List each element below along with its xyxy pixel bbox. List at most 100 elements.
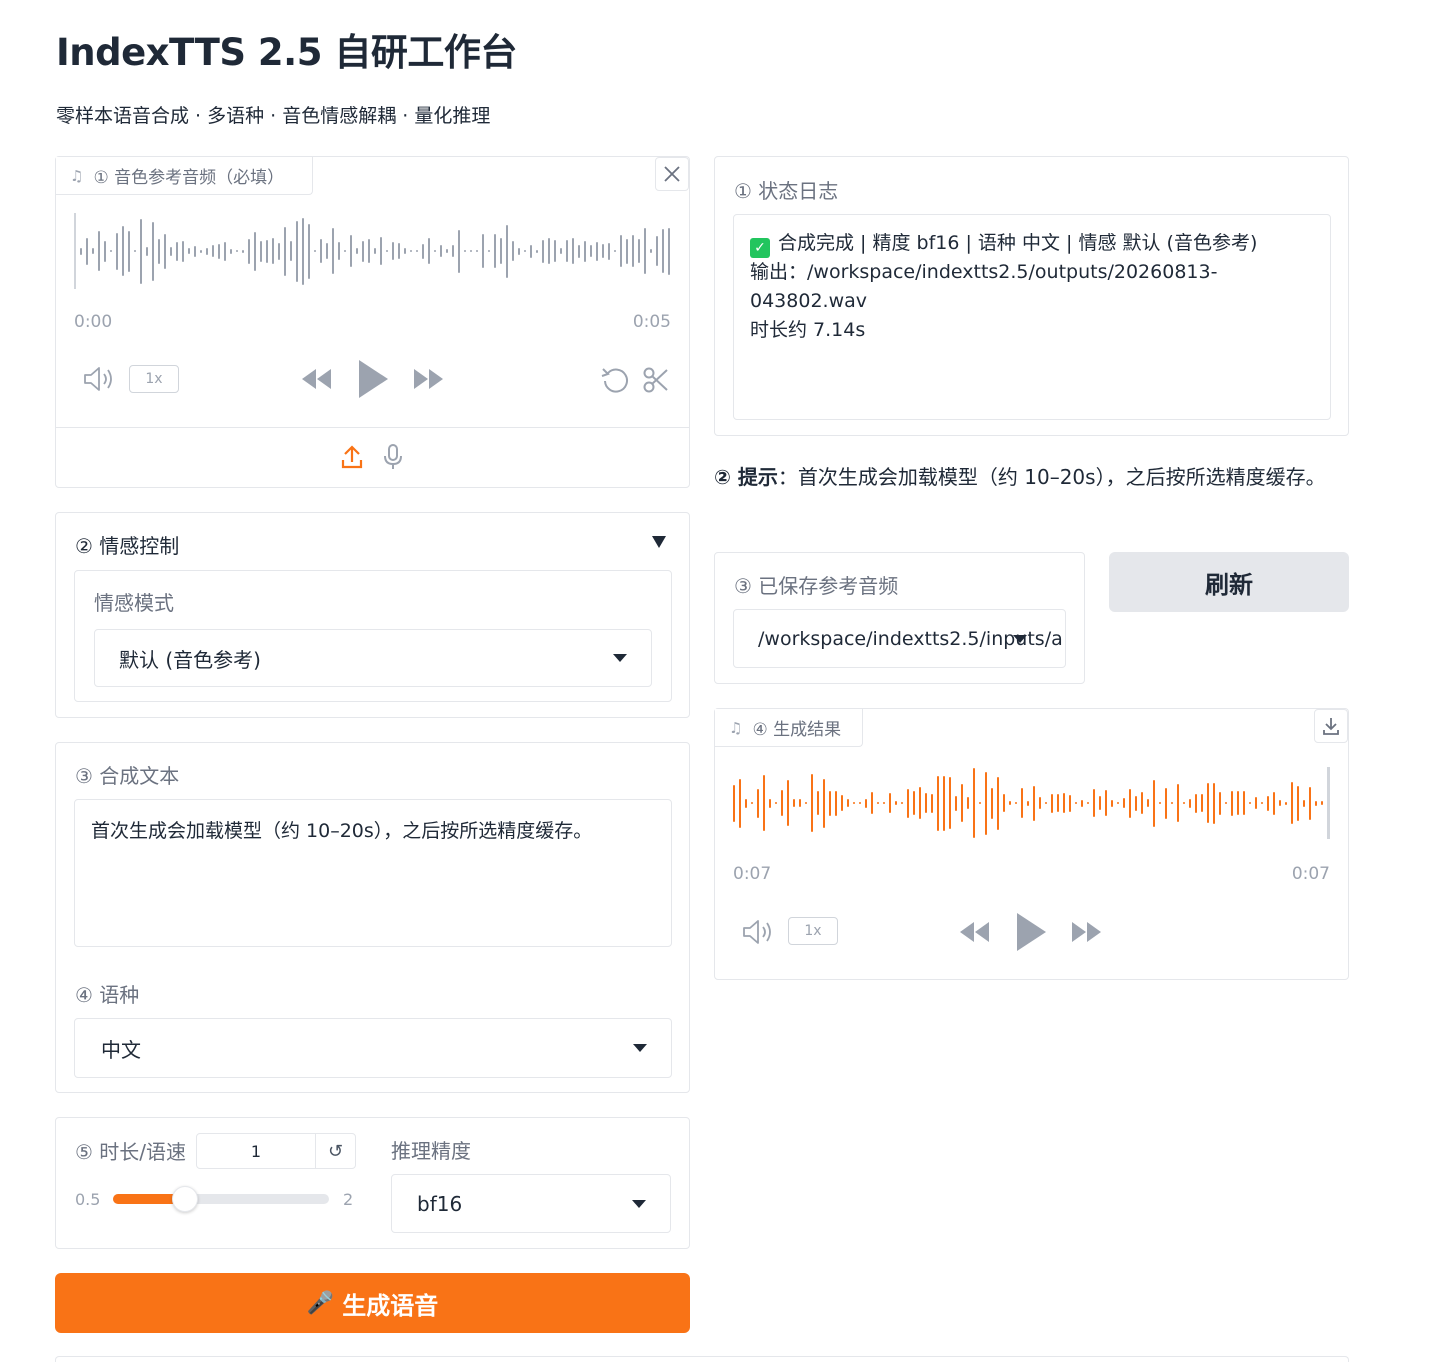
waveform-bar [1081,799,1083,807]
emotion-mode-label: 情感模式 [94,591,174,615]
waveform-bar [1105,790,1107,816]
emotion-label[interactable]: ② 情感控制 [75,530,179,559]
waveform-bar [500,238,502,264]
waveform-bar [1123,798,1125,808]
waveform-bar [865,798,867,808]
waveform-bar [961,784,963,822]
waveform-bar [1183,802,1185,804]
chevron-down-icon [1013,634,1027,643]
fast-forward-icon[interactable] [1070,919,1104,945]
waveform-bar [308,223,310,279]
waveform-bar [1255,797,1257,809]
waveform-bar [1261,802,1263,804]
download-button[interactable] [1314,709,1348,743]
speed-slider[interactable] [113,1186,329,1212]
play-icon[interactable] [1014,910,1048,954]
waveform-bar [763,775,765,831]
waveform-bar [428,238,430,264]
language-select[interactable]: 中文 [74,1018,672,1078]
language-value: 中文 [101,1037,141,1062]
waveform-bar [524,250,526,252]
precision-select[interactable]: bf16 [391,1174,671,1233]
emotion-mode-select[interactable]: 默认 (音色参考) [94,629,652,687]
generate-button[interactable]: 🎤 生成语音 [55,1273,690,1333]
waveform-bar [811,774,813,832]
waveform-bar [973,768,975,838]
speed-precision-panel: ⑤ 时长/语速 1 ↺ 0.5 2 推理精度 bf16 [55,1117,690,1249]
reference-audio-panel: ♫ ① 音色参考音频（必填） 0:00 0:05 1x [55,156,690,488]
waveform-bar [554,240,556,262]
undo-icon[interactable] [600,365,630,395]
speed-reset-button[interactable]: ↺ [315,1134,355,1168]
waveform-bar [404,248,406,254]
waveform-bar [566,240,568,262]
waveform-bar [128,230,130,272]
waveform-bar [1231,790,1233,816]
waveform-bar [626,238,628,264]
waveform-bar [781,790,783,816]
scissors-icon[interactable] [642,365,670,395]
collapse-triangle-icon[interactable] [651,535,667,549]
rewind-icon[interactable] [957,919,991,945]
waveform-bar [614,250,616,252]
waveform-bar [356,248,358,254]
waveform-bar [817,791,819,815]
page-title: IndexTTS 2.5 自研工作台 [56,31,517,74]
waveform-bar [230,248,232,254]
text-input-value: 首次生成会加载模型（约 10–20s），之后按所选精度缓存。 [91,820,593,842]
reference-audio-tag: ♫ ① 音色参考音频（必填） [56,157,313,195]
waveform-bar [398,243,400,259]
waveform-bar [1069,794,1071,812]
result-waveform[interactable] [733,765,1331,841]
reference-speed-button[interactable]: 1x [129,365,179,393]
precision-value: bf16 [417,1191,463,1216]
speed-slider-thumb[interactable] [171,1186,198,1212]
waveform-bar [518,247,520,255]
status-line-3: 时长约 7.14s [750,319,866,341]
waveform-bar [638,239,640,263]
playhead-line [74,213,76,289]
waveform-bar [1045,802,1047,804]
emotion-panel: ② 情感控制 情感模式 默认 (音色参考) [55,512,690,718]
waveform-bar [470,250,472,252]
chevron-down-icon [632,1199,646,1208]
speed-value[interactable]: 1 [197,1134,315,1168]
waveform-bar [799,799,801,807]
text-input[interactable]: 首次生成会加载模型（约 10–20s），之后按所选精度缓存。 [74,799,672,947]
waveform-bar [152,221,154,281]
speed-number-input[interactable]: 1 ↺ [196,1133,356,1169]
waveform-bar [931,793,933,813]
waveform-bar [949,777,951,829]
waveform-bar [919,787,921,819]
upload-icon[interactable] [340,444,364,470]
waveform-bar [1285,801,1287,805]
clear-audio-button[interactable] [655,157,689,191]
rewind-icon[interactable] [299,366,333,392]
reference-audio-label: ① 音色参考音频（必填） [93,168,285,188]
play-icon[interactable] [356,357,390,401]
waveform-bar [458,229,460,273]
waveform-bar [344,250,346,252]
waveform-bar [182,240,184,262]
refresh-button[interactable]: 刷新 [1109,552,1349,612]
waveform-bar [104,240,106,262]
result-speed-button[interactable]: 1x [788,917,838,945]
waveform-bar [1321,801,1323,805]
waveform-bar [1141,792,1143,814]
waveform-bar [650,249,652,253]
waveform-bar [236,250,238,252]
reference-waveform[interactable] [74,211,674,291]
waveform-bar [224,241,226,261]
fast-forward-icon[interactable] [412,366,446,392]
volume-icon[interactable] [82,365,116,393]
waveform-bar [1117,802,1119,804]
waveform-bar [620,235,622,267]
waveform-bar [979,802,981,804]
waveform-bar [350,235,352,267]
waveform-bar [176,241,178,261]
waveform-bar [1111,799,1113,807]
microphone-icon[interactable] [382,443,404,471]
waveform-bar [943,775,945,831]
saved-audio-select[interactable]: /workspace/indextts2.5/inputs/a [733,609,1066,668]
volume-icon[interactable] [741,918,775,946]
